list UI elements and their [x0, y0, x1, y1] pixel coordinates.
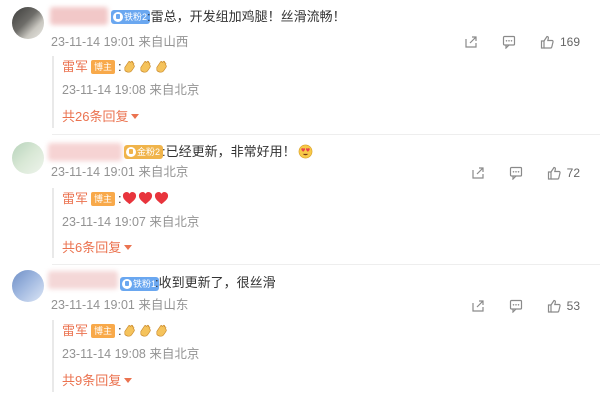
comment-icon[interactable] — [502, 35, 516, 49]
clap-emoji — [122, 323, 138, 338]
share-icon[interactable] — [471, 299, 485, 313]
share-icon[interactable] — [464, 35, 478, 49]
reply-content: : — [118, 190, 170, 208]
fan-badge[interactable]: 金粉2 — [124, 145, 164, 159]
host-badge: 博主 — [91, 192, 116, 206]
thumbs-up-icon[interactable] — [547, 299, 561, 313]
heart-emoji — [154, 191, 170, 206]
reply-content: : — [118, 58, 170, 76]
comment-item: 金粉2 :已经更新，非常好用！ 23-11-14 19:01 来自北京 72 雷… — [0, 136, 600, 264]
heart-emoji — [122, 191, 138, 206]
username-redacted[interactable] — [48, 143, 122, 161]
clap-emoji — [154, 59, 170, 74]
comment-icon[interactable] — [509, 299, 523, 313]
clap-emoji — [138, 59, 154, 74]
clap-emoji — [138, 323, 154, 338]
like-count: 169 — [559, 35, 580, 49]
username-redacted[interactable] — [48, 271, 118, 289]
host-badge: 博主 — [91, 60, 116, 74]
avatar[interactable] — [12, 270, 44, 302]
reply-meta: 23-11-14 19:08 来自北京 — [62, 347, 200, 361]
comment-meta: 23-11-14 19:01 来自北京 — [51, 165, 189, 179]
fan-badge[interactable]: 铁粉1 — [120, 277, 160, 291]
caret-down-icon — [124, 245, 133, 250]
host-badge: 博主 — [91, 324, 116, 338]
caret-down-icon — [124, 378, 133, 383]
thumbs-up-icon[interactable] — [547, 166, 561, 180]
fan-badge-icon — [113, 12, 123, 22]
heart-eyes-emoji — [298, 144, 314, 159]
comment-text: :雷总，开发组加鸡腿！丝滑流畅！ — [147, 9, 346, 24]
reply-thread: 雷军 博主 : 23-11-14 19:08 来自北京 共26条回复 — [52, 56, 582, 128]
comment-icon[interactable] — [509, 166, 523, 180]
fan-badge-icon — [126, 147, 136, 157]
share-icon[interactable] — [471, 166, 485, 180]
thumbs-up-icon[interactable] — [540, 35, 554, 49]
comment-text: :已经更新，非常好用！ — [162, 143, 314, 161]
username-redacted[interactable] — [50, 7, 108, 25]
reply-thread: 雷军 博主 : 23-11-14 19:07 来自北京 共6条回复 — [52, 188, 582, 258]
reply-author[interactable]: 雷军 — [62, 322, 88, 340]
reply-meta: 23-11-14 19:08 来自北京 — [62, 83, 200, 97]
comment-meta: 23-11-14 19:01 来自山西 — [51, 35, 189, 49]
divider — [52, 134, 600, 135]
more-replies-link[interactable]: 共6条回复 — [62, 239, 133, 257]
more-replies-link[interactable]: 共9条回复 — [62, 372, 133, 390]
comment-meta: 23-11-14 19:01 来自山东 — [51, 298, 189, 312]
reply-meta: 23-11-14 19:07 来自北京 — [62, 215, 200, 229]
caret-down-icon — [131, 114, 140, 119]
avatar[interactable] — [12, 142, 44, 174]
comment-item: 铁粉1 :收到更新了，很丝滑 23-11-14 19:01 来自山东 53 雷军… — [0, 266, 600, 402]
reply-content: : — [118, 322, 170, 340]
comment-actions: 169 — [440, 33, 580, 51]
comment-text: :收到更新了，很丝滑 — [155, 275, 276, 290]
fan-badge-icon — [122, 279, 132, 289]
comment-item: 铁粉2 :雷总，开发组加鸡腿！丝滑流畅！ 23-11-14 19:01 来自山西… — [0, 0, 600, 134]
like-count: 53 — [566, 299, 580, 313]
avatar[interactable] — [12, 7, 44, 39]
comment-actions: 53 — [447, 297, 580, 315]
fan-badge[interactable]: 铁粉2 — [111, 10, 151, 24]
like-count: 72 — [566, 166, 580, 180]
clap-emoji — [122, 59, 138, 74]
divider — [52, 264, 600, 265]
comment-actions: 72 — [447, 164, 580, 182]
more-replies-link[interactable]: 共26条回复 — [62, 108, 140, 126]
clap-emoji — [154, 323, 170, 338]
heart-emoji — [138, 191, 154, 206]
reply-thread: 雷军 博主 : 23-11-14 19:08 来自北京 共9条回复 — [52, 320, 582, 392]
reply-author[interactable]: 雷军 — [62, 190, 88, 208]
reply-author[interactable]: 雷军 — [62, 58, 88, 76]
